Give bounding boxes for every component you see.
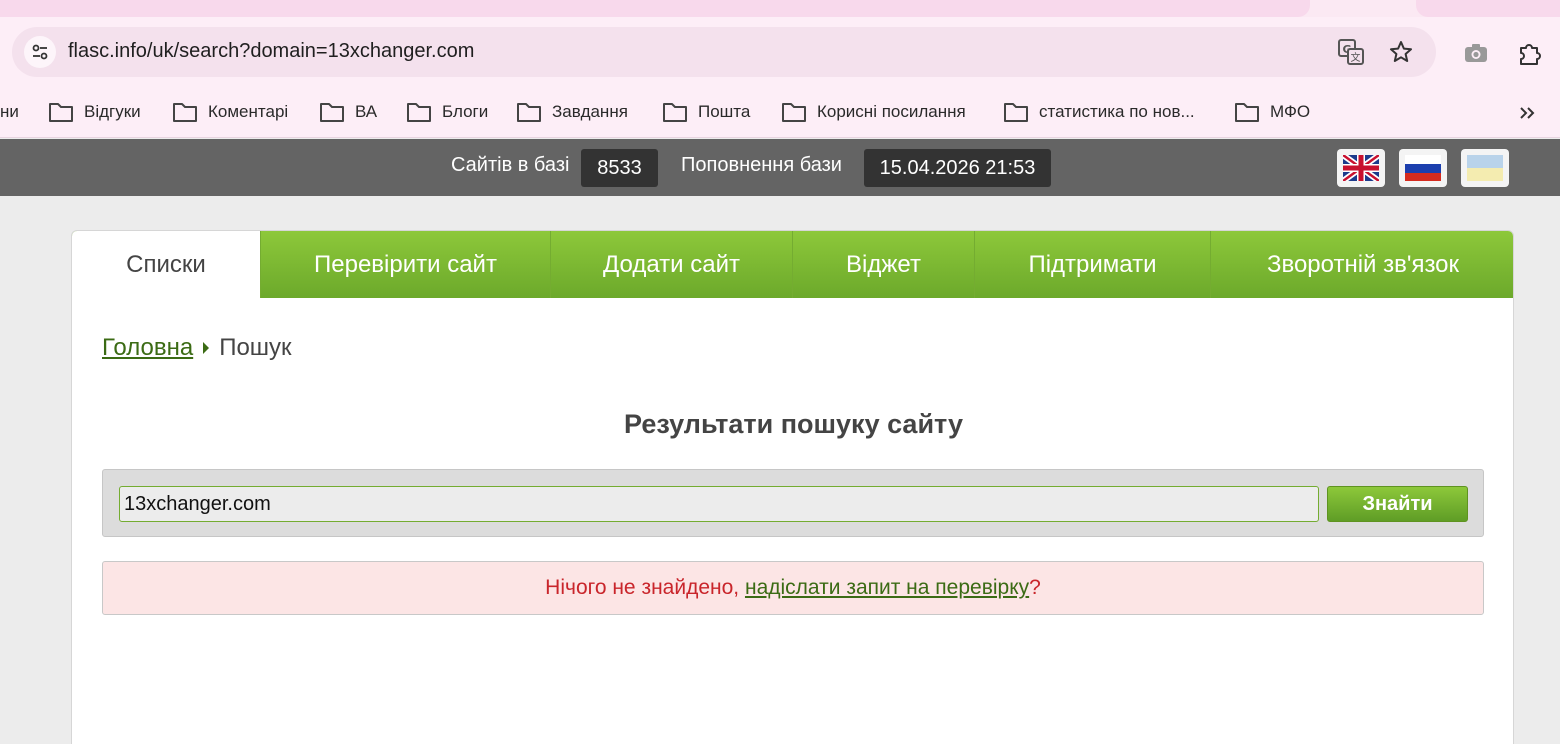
svg-text:文: 文 bbox=[1351, 51, 1361, 64]
ru-flag-icon[interactable] bbox=[1399, 149, 1447, 187]
bookmark-folder[interactable]: статистика по нов... bbox=[1003, 97, 1195, 127]
folder-icon bbox=[173, 103, 197, 122]
bookmark-folder[interactable]: Пошта bbox=[662, 97, 750, 127]
browser-tab[interactable] bbox=[1416, 0, 1560, 17]
page-title: Результати пошуку сайту bbox=[624, 409, 963, 439]
bookmark-label: Коментарі bbox=[208, 102, 289, 121]
update-label: Поповнення бази bbox=[681, 154, 842, 176]
bookmark-label: Блоги bbox=[442, 102, 489, 121]
update-datetime-badge: 15.04.2026 21:53 bbox=[864, 149, 1051, 187]
breadcrumb-current: Пошук bbox=[219, 334, 292, 361]
bookmark-folder[interactable]: МФО bbox=[1234, 97, 1310, 127]
alert-text: Нічого не знайдено, bbox=[545, 576, 745, 599]
sites-count-label: Сайтів в базі bbox=[451, 154, 570, 176]
url-text[interactable]: flasc.info/uk/search?domain=13xchanger.c… bbox=[68, 40, 474, 63]
breadcrumb-home-link[interactable]: Головна bbox=[102, 334, 193, 362]
browser-tab[interactable] bbox=[0, 0, 1310, 17]
main-content: Списки Перевірити сайт Додати сайт Відже… bbox=[71, 230, 1514, 744]
camera-icon[interactable] bbox=[1462, 39, 1490, 67]
bookmark-folder[interactable]: Блоги bbox=[406, 97, 488, 127]
bookmark-folder[interactable]: Корисні посилання bbox=[781, 97, 966, 127]
bookmark-folder[interactable]: Завдання bbox=[516, 97, 628, 127]
folder-icon bbox=[1004, 103, 1028, 122]
tune-icon[interactable] bbox=[24, 36, 56, 68]
translate-icon[interactable]: G 文 bbox=[1338, 39, 1364, 65]
bookmark-folder[interactable]: ВА bbox=[319, 97, 377, 127]
nav-tab-add-site[interactable]: Додати сайт bbox=[550, 231, 792, 298]
alert-text-end: ? bbox=[1029, 576, 1041, 599]
bookmark-label: Пошта bbox=[698, 102, 751, 121]
uk-flag-icon[interactable] bbox=[1337, 149, 1385, 187]
folder-icon bbox=[1235, 103, 1259, 122]
bookmark-label: ВА bbox=[355, 102, 378, 121]
ua-flag-icon[interactable] bbox=[1461, 149, 1509, 187]
nav-tab-lists[interactable]: Списки bbox=[72, 231, 260, 298]
folder-icon bbox=[782, 103, 806, 122]
bookmark-folder[interactable]: Відгуки bbox=[48, 97, 141, 127]
bookmark-label: статистика по нов... bbox=[1039, 102, 1195, 121]
browser-tab-strip bbox=[0, 0, 1560, 17]
browser-toolbar: flasc.info/uk/search?domain=13xchanger.c… bbox=[0, 17, 1560, 87]
star-icon[interactable] bbox=[1388, 39, 1414, 65]
folder-icon bbox=[320, 103, 344, 122]
search-button[interactable]: Знайти bbox=[1327, 486, 1468, 522]
no-results-alert: Нічого не знайдено, надіслати запит на п… bbox=[102, 561, 1484, 615]
sites-count-badge: 8533 bbox=[581, 149, 658, 187]
bookmarks-bar: ни Відгуки Коментарі ВА Блоги Завдання П… bbox=[0, 87, 1560, 138]
folder-icon bbox=[407, 103, 431, 122]
chevron-double-right-icon[interactable] bbox=[1514, 101, 1540, 125]
folder-icon bbox=[49, 103, 73, 122]
address-bar[interactable]: flasc.info/uk/search?domain=13xchanger.c… bbox=[12, 27, 1436, 77]
nav-tab-feedback[interactable]: Зворотній зв'язок bbox=[1210, 231, 1513, 298]
search-input[interactable] bbox=[119, 486, 1319, 522]
breadcrumb: Головна Пошук bbox=[102, 334, 292, 362]
bookmark-item[interactable]: ни bbox=[0, 97, 19, 127]
site-stats-bar: Сайтів в базі 8533 Поповнення бази 15.04… bbox=[0, 139, 1560, 196]
folder-icon bbox=[517, 103, 541, 122]
puzzle-icon[interactable] bbox=[1517, 39, 1545, 67]
send-check-request-link[interactable]: надіслати запит на перевірку bbox=[745, 576, 1029, 600]
main-nav: Списки Перевірити сайт Додати сайт Відже… bbox=[72, 231, 1513, 298]
bookmark-label: Корисні посилання bbox=[817, 102, 966, 121]
bookmark-label: МФО bbox=[1270, 102, 1311, 121]
bookmark-folder[interactable]: Коментарі bbox=[172, 97, 288, 127]
breadcrumb-separator-icon bbox=[203, 342, 210, 354]
nav-tab-check-site[interactable]: Перевірити сайт bbox=[260, 231, 550, 298]
search-panel: Знайти bbox=[102, 469, 1484, 537]
bookmark-label: Завдання bbox=[552, 102, 628, 121]
nav-tab-support[interactable]: Підтримати bbox=[974, 231, 1210, 298]
nav-tab-widget[interactable]: Віджет bbox=[792, 231, 974, 298]
bookmark-label: Відгуки bbox=[84, 102, 141, 121]
folder-icon bbox=[663, 103, 687, 122]
